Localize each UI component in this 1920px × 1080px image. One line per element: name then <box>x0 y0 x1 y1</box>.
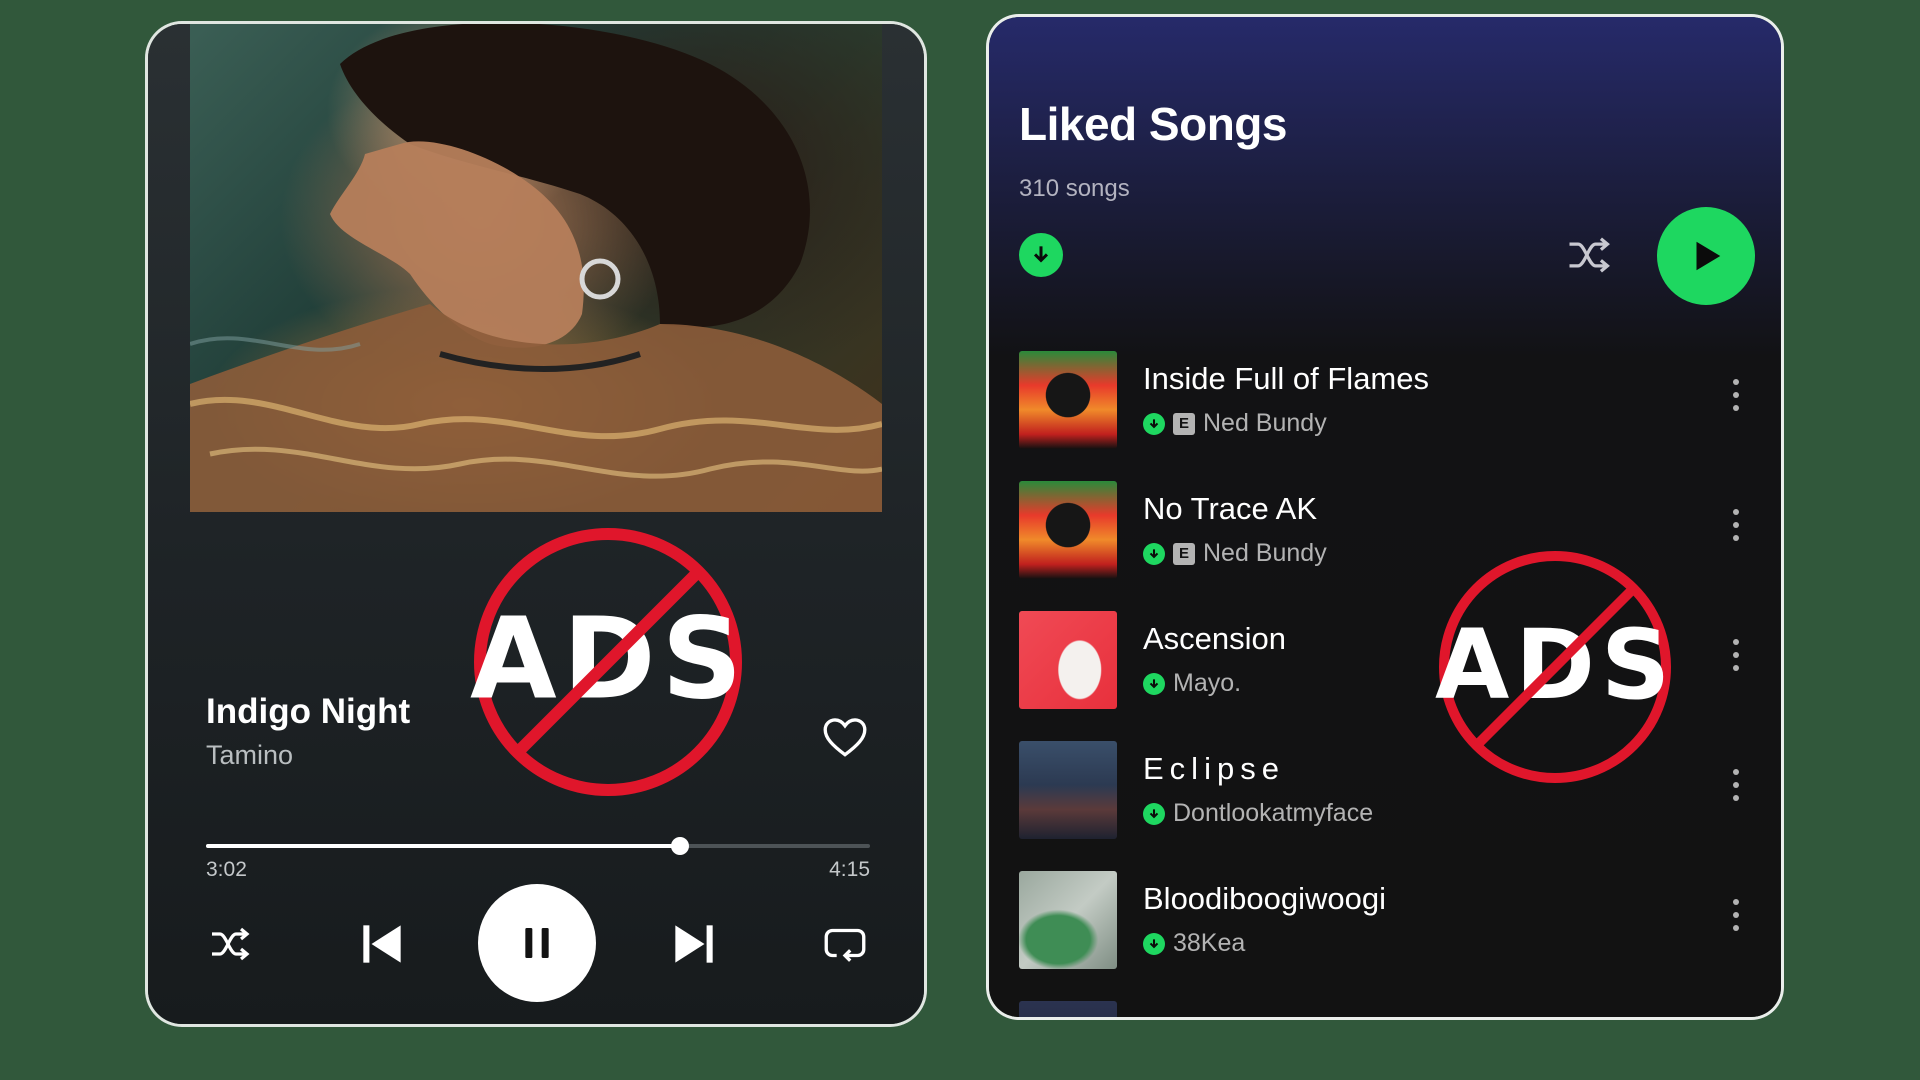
song-meta: Mayo. <box>1143 669 1241 698</box>
song-meta: Dontlookatmyface <box>1143 799 1373 828</box>
no-sign-slash <box>1474 586 1636 748</box>
song-title: Eclipse <box>1143 751 1285 786</box>
song-title: Bloodiboogiwoogi <box>1143 881 1387 916</box>
download-icon <box>1033 246 1049 263</box>
song-meta: E Ned Bundy <box>1143 409 1327 438</box>
song-meta: 38Kea <box>1143 929 1245 958</box>
song-cover <box>1019 611 1117 709</box>
total-time: 4:15 <box>829 858 870 881</box>
more-options-icon[interactable] <box>1731 639 1741 679</box>
song-artist[interactable]: Mayo. <box>1173 669 1241 698</box>
more-options-icon[interactable] <box>1731 379 1741 419</box>
play-icon <box>1696 241 1721 271</box>
pause-icon <box>525 928 549 958</box>
shuffle-button[interactable] <box>206 920 254 973</box>
explicit-badge: E <box>1173 542 1195 565</box>
song-artist[interactable]: Ned Bundy <box>1203 539 1327 568</box>
now-playing-panel: Indigo Night Tamino 3:02 4:15 <box>148 24 924 1024</box>
song-artist[interactable]: Ned Bundy <box>1203 409 1327 438</box>
previous-icon <box>363 925 401 963</box>
song-row[interactable]: Bloodiboogiwoogi 38Kea <box>1019 871 1759 975</box>
song-cover <box>1019 1001 1117 1017</box>
like-button[interactable] <box>820 712 870 762</box>
next-icon <box>675 925 713 963</box>
song-row-partial[interactable] <box>1019 1001 1759 1017</box>
downloaded-icon <box>1143 802 1165 825</box>
song-artist[interactable]: Dontlookatmyface <box>1173 799 1373 828</box>
more-options-icon[interactable] <box>1731 509 1741 549</box>
downloaded-icon <box>1143 672 1165 695</box>
play-button[interactable] <box>1657 207 1755 305</box>
song-artist[interactable]: 38Kea <box>1173 929 1245 958</box>
song-cover <box>1019 351 1117 449</box>
explicit-badge: E <box>1173 412 1195 435</box>
downloaded-icon <box>1143 932 1165 955</box>
no-ads-badge: ADS <box>470 524 746 800</box>
repeat-button[interactable] <box>820 918 870 973</box>
shuffle-icon <box>1569 237 1610 273</box>
song-row[interactable]: Inside Full of Flames E Ned Bundy <box>1019 351 1759 455</box>
song-title: Ascension <box>1143 621 1287 656</box>
song-title: Inside Full of Flames <box>1143 361 1429 396</box>
album-art-illustration <box>190 24 882 512</box>
no-ads-badge: ADS <box>1435 547 1675 787</box>
progress-handle[interactable] <box>671 837 690 855</box>
progress-fill <box>206 844 681 848</box>
shuffle-button[interactable] <box>1563 229 1615 281</box>
previous-button[interactable] <box>354 916 410 977</box>
pause-button[interactable] <box>478 884 596 1002</box>
heart-icon <box>823 718 867 757</box>
track-title[interactable]: Indigo Night <box>206 692 410 732</box>
progress-bar[interactable] <box>206 837 870 855</box>
album-art <box>190 24 882 512</box>
downloaded-icon <box>1143 542 1165 565</box>
liked-songs-panel: Liked Songs 310 songs Inside Full of Fla… <box>989 17 1781 1017</box>
repeat-icon <box>824 928 866 962</box>
page-title: Liked Songs <box>1019 98 1287 150</box>
track-artist[interactable]: Tamino <box>206 740 293 771</box>
next-button[interactable] <box>666 916 722 977</box>
downloaded-icon <box>1143 412 1165 435</box>
song-cover <box>1019 741 1117 839</box>
song-cover <box>1019 871 1117 969</box>
more-options-icon[interactable] <box>1731 769 1741 809</box>
song-meta: E Ned Bundy <box>1143 539 1327 568</box>
no-sign-slash <box>514 568 702 756</box>
song-title: No Trace AK <box>1143 491 1318 526</box>
download-button[interactable] <box>1019 233 1063 277</box>
song-count: 310 songs <box>1019 175 1130 202</box>
song-cover <box>1019 481 1117 579</box>
more-options-icon[interactable] <box>1731 899 1741 939</box>
elapsed-time: 3:02 <box>206 858 247 881</box>
shuffle-icon <box>212 927 250 961</box>
